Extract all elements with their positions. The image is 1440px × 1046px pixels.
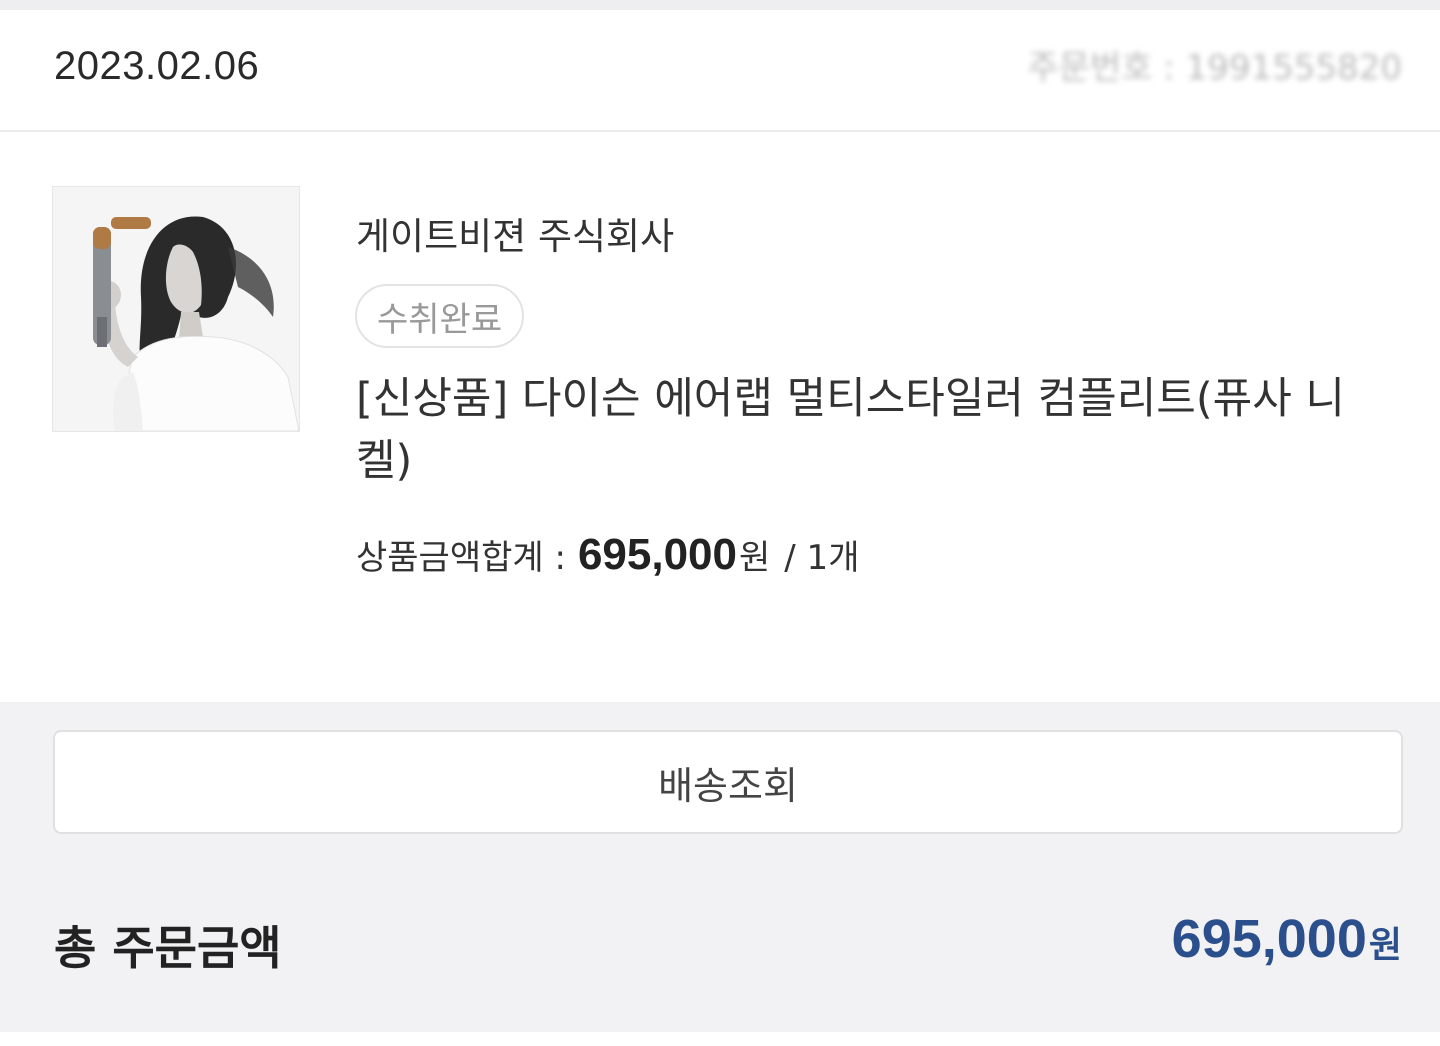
seller-name: 게이트비젼 주식회사 xyxy=(356,215,675,258)
bottom-divider xyxy=(0,1032,1440,1046)
order-detail-page: 2023.02.06 주문번호 : 1991555820 게이트비젼 주식회사 … xyxy=(0,0,1440,1046)
product-name[interactable]: [신상품] 다이슨 에어랩 멀티스타일러 컴플리트(퓨사 니켈) xyxy=(356,368,1366,492)
product-photo-icon xyxy=(53,187,299,431)
subtotal-label: 상품금액합계 : xyxy=(356,538,566,578)
product-thumbnail[interactable] xyxy=(52,186,300,432)
order-number: 주문번호 : 1991555820 xyxy=(1027,48,1402,88)
total-order-amount: 695,000 원 xyxy=(1172,908,1402,970)
top-divider xyxy=(0,0,1440,10)
subtotal-amount: 695,000 xyxy=(577,530,738,579)
order-header: 2023.02.06 주문번호 : 1991555820 xyxy=(0,10,1440,132)
track-delivery-button[interactable]: 배송조회 xyxy=(53,730,1403,834)
total-amount-value: 695,000 xyxy=(1171,909,1367,969)
subtotal-currency: 원 xyxy=(739,538,771,578)
status-badge: 수취완료 xyxy=(355,284,525,348)
total-order-label: 총 주문금액 xyxy=(54,921,282,975)
order-date: 2023.02.06 xyxy=(54,44,260,88)
total-amount-currency: 원 xyxy=(1368,925,1402,966)
order-item[interactable]: 게이트비젼 주식회사 수취완료 [신상품] 다이슨 에어랩 멀티스타일러 컴플리… xyxy=(0,132,1440,702)
order-actions: 배송조회 총 주문금액 695,000 원 xyxy=(0,702,1440,1032)
item-quantity: / 1개 xyxy=(784,538,860,578)
subtotal-row: 상품금액합계 : 695,000 원 / 1개 xyxy=(356,530,859,580)
